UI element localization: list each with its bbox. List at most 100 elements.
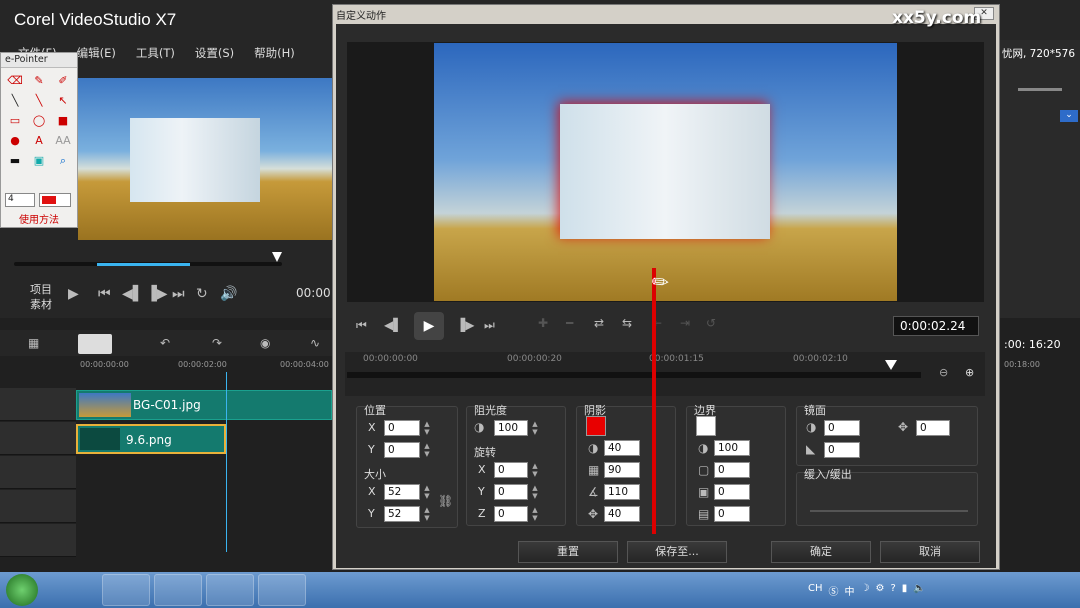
keyframe-ruler[interactable]: 00:00:00:00 00:00:00:20 00:00:01:15 00:0… bbox=[345, 352, 985, 396]
reset-keyframe-icon[interactable]: ↺ bbox=[706, 316, 716, 330]
position-y-spinner[interactable]: ▲ ▼ bbox=[422, 442, 432, 458]
dropdown-icon[interactable]: ⌄ bbox=[1060, 110, 1078, 122]
prev-frame-icon[interactable]: ◀▌ bbox=[122, 286, 144, 302]
usage-link[interactable]: 使用方法 bbox=[1, 211, 77, 226]
home-icon[interactable]: ⏮ bbox=[356, 318, 367, 333]
preview-overlay-image[interactable] bbox=[560, 104, 770, 239]
tray-language[interactable]: CH bbox=[808, 583, 823, 598]
track-head-video[interactable] bbox=[0, 388, 76, 421]
taskbar-app-pen-icon[interactable] bbox=[154, 574, 202, 606]
project-label[interactable]: 项目 bbox=[30, 281, 52, 297]
shadow-color-swatch[interactable] bbox=[586, 416, 606, 436]
position-x-field[interactable]: 0 bbox=[384, 420, 420, 436]
rotation-y-spinner[interactable]: ▲ ▼ bbox=[530, 484, 540, 500]
record-icon[interactable]: ◉ bbox=[260, 336, 270, 350]
marker-icon[interactable]: ▬ bbox=[5, 154, 25, 168]
timeline-ruler[interactable]: 00:00:00:00 00:00:02:00 00:00:04:00 bbox=[80, 358, 332, 372]
pen-icon[interactable]: ✎ bbox=[29, 74, 49, 88]
magnifier-icon[interactable]: ⌕ bbox=[53, 154, 73, 168]
next-frame-icon[interactable]: ▐▶ bbox=[146, 286, 168, 302]
position-x-spinner[interactable]: ▲ ▼ bbox=[422, 420, 432, 436]
rotation-z-field[interactable]: 0 bbox=[494, 506, 528, 522]
shadow-distance-field[interactable]: 40 bbox=[604, 506, 640, 522]
size-y-spinner[interactable]: ▲ ▼ bbox=[422, 506, 432, 522]
filled-ellipse-icon[interactable]: ● bbox=[5, 134, 25, 148]
menu-help[interactable]: 帮助(H) bbox=[254, 42, 295, 62]
position-y-field[interactable]: 0 bbox=[384, 442, 420, 458]
tray-moon-icon[interactable]: ☽ bbox=[861, 583, 870, 598]
mirror-opacity-field[interactable]: 0 bbox=[824, 420, 860, 436]
track-head-voice[interactable] bbox=[0, 490, 76, 523]
menu-tools[interactable]: 工具(T) bbox=[136, 42, 175, 62]
reset-button[interactable]: 重置 bbox=[518, 541, 618, 563]
menu-edit[interactable]: 编辑(E) bbox=[77, 42, 116, 62]
border-color-swatch[interactable] bbox=[696, 416, 716, 436]
shadow-opacity-field[interactable]: 40 bbox=[604, 440, 640, 456]
tray-help-icon[interactable]: ? bbox=[890, 583, 895, 598]
storyboard-icon[interactable]: ▦ bbox=[28, 336, 39, 350]
taskbar-app-ppt-icon[interactable] bbox=[258, 574, 306, 606]
border-opacity-field[interactable]: 100 bbox=[714, 440, 750, 456]
tray-volume-icon[interactable]: 🔈 bbox=[913, 583, 925, 598]
highlighter-icon[interactable]: ✐ bbox=[53, 74, 73, 88]
border-width-field[interactable]: 0 bbox=[714, 462, 750, 478]
tray-settings-icon[interactable]: ⚙ bbox=[875, 583, 884, 598]
line-red-icon[interactable]: ╲ bbox=[29, 94, 49, 108]
mirror-offset-field[interactable]: 0 bbox=[916, 420, 950, 436]
size-y-field[interactable]: 52 bbox=[384, 506, 420, 522]
preview-timecode[interactable]: 00:00 bbox=[296, 286, 331, 300]
home-icon[interactable]: ⏮ bbox=[98, 286, 111, 302]
kf-playhead[interactable] bbox=[885, 360, 897, 370]
screen-icon[interactable]: ▣ bbox=[29, 154, 49, 168]
taskbar-app-green-icon[interactable] bbox=[102, 574, 150, 606]
tray-s-icon[interactable]: Ⓢ bbox=[829, 583, 839, 598]
rectangle-icon[interactable]: ▭ bbox=[5, 114, 25, 128]
opacity-field[interactable]: 100 bbox=[494, 420, 528, 436]
zoom-in-icon[interactable]: ⊕ bbox=[965, 366, 974, 379]
line-icon[interactable]: ╲ bbox=[5, 94, 25, 108]
info-slider[interactable] bbox=[1018, 88, 1062, 91]
ellipse-icon[interactable]: ◯ bbox=[29, 114, 49, 128]
track-head-title[interactable] bbox=[0, 456, 76, 489]
timeline-playhead[interactable] bbox=[226, 372, 227, 552]
repeat-icon[interactable]: ↻ bbox=[196, 286, 208, 302]
filled-rect-icon[interactable]: ■ bbox=[53, 114, 73, 128]
size-x-spinner[interactable]: ▲ ▼ bbox=[422, 484, 432, 500]
remove-keyframe-icon[interactable]: ━ bbox=[566, 316, 573, 330]
volume-icon[interactable]: 🔊 bbox=[220, 286, 237, 302]
undo-icon[interactable]: ↶ bbox=[160, 336, 170, 350]
border-soft-field[interactable]: 0 bbox=[714, 484, 750, 500]
play-icon[interactable]: ▶ bbox=[68, 286, 79, 302]
redo-icon[interactable]: ↷ bbox=[212, 336, 222, 350]
add-keyframe-icon[interactable]: ✚ bbox=[538, 316, 548, 330]
shadow-blur-field[interactable]: 90 bbox=[604, 462, 640, 478]
opacity-spinner[interactable]: ▲ ▼ bbox=[530, 420, 540, 436]
trim-selection[interactable] bbox=[97, 263, 190, 266]
taskbar-app-videostudio-icon[interactable] bbox=[206, 574, 254, 606]
link-icon[interactable]: ⛓ bbox=[438, 494, 453, 508]
track-head-music[interactable] bbox=[0, 524, 76, 557]
zoom-out-icon[interactable]: ⊖ bbox=[939, 366, 948, 379]
rotation-x-field[interactable]: 0 bbox=[494, 462, 528, 478]
text-icon[interactable]: A bbox=[29, 134, 49, 148]
tray-network-icon[interactable]: ▮ bbox=[902, 583, 908, 598]
track-head-overlay[interactable] bbox=[0, 422, 76, 455]
next-frame-icon[interactable]: ▐▶ bbox=[456, 318, 474, 332]
tray-ime[interactable]: 中 bbox=[845, 583, 855, 598]
end-icon[interactable]: ⏭ bbox=[172, 286, 185, 302]
eraser-icon[interactable]: ⌫ bbox=[5, 74, 25, 88]
overlay-track[interactable]: 9.6.png bbox=[76, 422, 332, 455]
clip-label[interactable]: 素材 bbox=[30, 296, 52, 312]
swap-icon[interactable]: ⇆ bbox=[622, 316, 632, 330]
kf-track[interactable] bbox=[347, 372, 921, 378]
menu-settings[interactable]: 设置(S) bbox=[195, 42, 234, 62]
color-select[interactable] bbox=[39, 193, 71, 207]
reverse-icon[interactable]: ⇄ bbox=[594, 316, 604, 330]
prev-frame-icon[interactable]: ◀▌ bbox=[384, 318, 402, 332]
rotation-z-spinner[interactable]: ▲ ▼ bbox=[530, 506, 540, 522]
rotation-x-spinner[interactable]: ▲ ▼ bbox=[530, 462, 540, 478]
clip-bg[interactable]: BG-C01.jpg bbox=[76, 390, 332, 420]
arrow-icon[interactable]: ↖ bbox=[53, 94, 73, 108]
clip-overlay[interactable]: 9.6.png bbox=[76, 424, 226, 454]
end-icon[interactable]: ⏭ bbox=[484, 318, 495, 333]
